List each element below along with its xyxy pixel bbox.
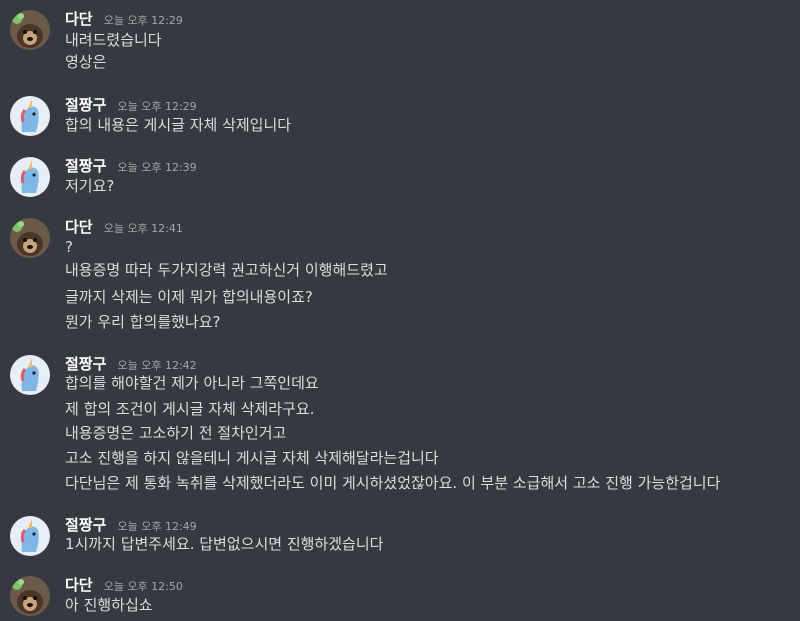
timestamp: 오늘 오후 12:29 bbox=[103, 14, 183, 27]
dog-avatar-icon[interactable] bbox=[10, 576, 50, 616]
message-text: 아 진행하십쇼 bbox=[65, 596, 153, 614]
username[interactable]: 절짱구 bbox=[65, 355, 106, 373]
dog-avatar-icon[interactable] bbox=[10, 10, 50, 50]
timestamp: 오늘 오후 12:49 bbox=[117, 520, 197, 533]
unicorn-avatar-icon[interactable] bbox=[10, 516, 50, 556]
message-header: 절짱구 오늘 오후 12:49 bbox=[65, 514, 197, 534]
message-header: 절짱구 오늘 오후 12:29 bbox=[65, 94, 197, 114]
timestamp: 오늘 오후 12:41 bbox=[103, 222, 183, 235]
message-text: 다단님은 제 통화 녹취를 삭제했더라도 이미 게시하셨었잖아요. 이 부분 소… bbox=[65, 474, 721, 492]
message-text: 내용증명 따라 두가지강력 권고하신거 이행해드렸고 bbox=[65, 261, 388, 279]
message-text: 뭔가 우리 합의를했나요? bbox=[65, 313, 221, 331]
username[interactable]: 다단 bbox=[65, 218, 93, 236]
timestamp: 오늘 오후 12:29 bbox=[117, 100, 197, 113]
message-text: 내려드렸습니다 bbox=[65, 31, 162, 49]
timestamp: 오늘 오후 12:39 bbox=[117, 161, 197, 174]
unicorn-avatar-icon[interactable] bbox=[10, 355, 50, 395]
message-header: 다단 오늘 오후 12:29 bbox=[65, 8, 183, 28]
username[interactable]: 다단 bbox=[65, 576, 93, 594]
timestamp: 오늘 오후 12:50 bbox=[103, 580, 183, 593]
message-text: 합의 내용은 게시글 자체 삭제입니다 bbox=[65, 116, 292, 134]
username[interactable]: 절짱구 bbox=[65, 516, 106, 534]
username[interactable]: 절짱구 bbox=[65, 157, 106, 175]
timestamp: 오늘 오후 12:42 bbox=[117, 359, 197, 372]
message-header: 다단 오늘 오후 12:50 bbox=[65, 574, 183, 594]
username[interactable]: 다단 bbox=[65, 10, 93, 28]
message-text: 글까지 삭제는 이제 뭐가 합의내용이죠? bbox=[65, 288, 313, 306]
message-text: 고소 진행을 하지 않을테니 게시글 자체 삭제해달라는겁니다 bbox=[65, 449, 439, 467]
message-text: ? bbox=[65, 238, 73, 256]
dog-avatar-icon[interactable] bbox=[10, 218, 50, 258]
unicorn-avatar-icon[interactable] bbox=[10, 157, 50, 197]
message-text: 영상은 bbox=[65, 53, 107, 71]
unicorn-avatar-icon[interactable] bbox=[10, 96, 50, 136]
message-text: 저기요? bbox=[65, 177, 115, 195]
message-text: 1시까지 답변주세요. 답변없으시면 진행하겠습니다 bbox=[65, 535, 384, 553]
message-header: 절짱구 오늘 오후 12:39 bbox=[65, 155, 197, 175]
message-header: 다단 오늘 오후 12:41 bbox=[65, 216, 183, 236]
message-text: 내용증명은 고소하기 전 절차인거고 bbox=[65, 424, 287, 442]
message-text: 제 합의 조건이 게시글 자체 삭제라구요. bbox=[65, 400, 315, 418]
message-header: 절짱구 오늘 오후 12:42 bbox=[65, 353, 197, 373]
username[interactable]: 절짱구 bbox=[65, 96, 106, 114]
message-text: 합의를 해야할건 제가 아니라 그쪽인데요 bbox=[65, 374, 319, 392]
